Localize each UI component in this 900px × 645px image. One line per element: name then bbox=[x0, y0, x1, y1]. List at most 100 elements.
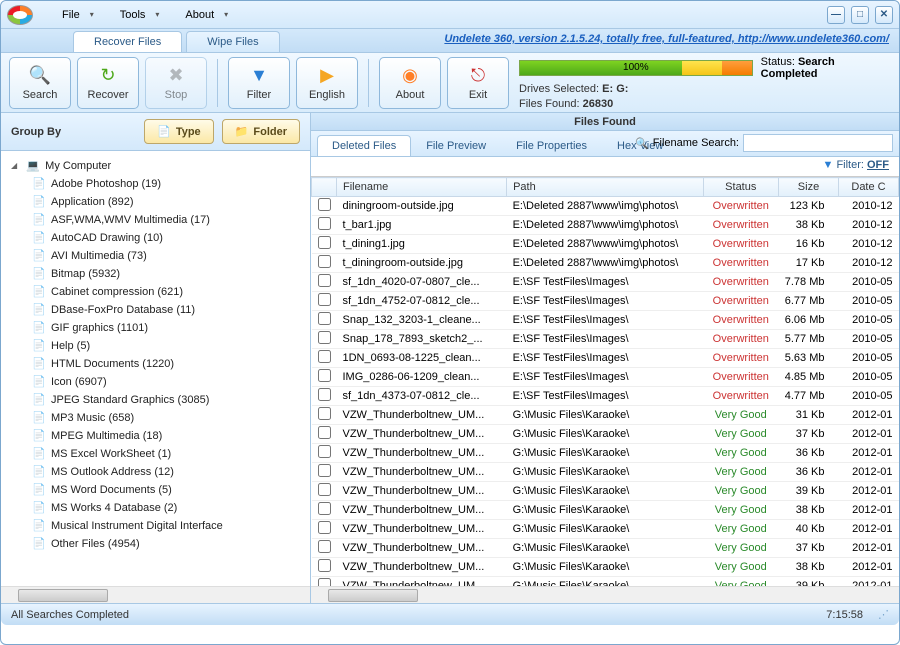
row-checkbox[interactable] bbox=[318, 331, 331, 344]
tree-item[interactable]: 📄Application (892) bbox=[5, 193, 306, 211]
tree-item[interactable]: 📄Icon (6907) bbox=[5, 373, 306, 391]
row-checkbox[interactable] bbox=[318, 350, 331, 363]
category-tree[interactable]: 💻My Computer 📄Adobe Photoshop (19)📄Appli… bbox=[1, 151, 310, 586]
filter-button[interactable]: ▼Filter bbox=[228, 57, 290, 109]
tree-item[interactable]: 📄DBase-FoxPro Database (11) bbox=[5, 301, 306, 319]
table-row[interactable]: VZW_Thunderboltnew_UM...G:\Music Files\K… bbox=[312, 406, 899, 425]
tree-h-scrollbar[interactable] bbox=[1, 586, 310, 603]
tree-item[interactable]: 📄Musical Instrument Digital Interface bbox=[5, 517, 306, 535]
tree-item[interactable]: 📄AutoCAD Drawing (10) bbox=[5, 229, 306, 247]
table-row[interactable]: Snap_178_7893_sketch2_...E:\SF TestFiles… bbox=[312, 330, 899, 349]
row-checkbox[interactable] bbox=[318, 274, 331, 287]
table-row[interactable]: 1DN_0693-08-1225_clean...E:\SF TestFiles… bbox=[312, 349, 899, 368]
subtab-deleted-files[interactable]: Deleted Files bbox=[317, 135, 411, 156]
table-row[interactable]: VZW_Thunderboltnew_UM...G:\Music Files\K… bbox=[312, 444, 899, 463]
row-checkbox[interactable] bbox=[318, 198, 331, 211]
stop-button[interactable]: ✖Stop bbox=[145, 57, 207, 109]
table-row[interactable]: sf_1dn_4373-07-0812_cle...E:\SF TestFile… bbox=[312, 387, 899, 406]
row-checkbox[interactable] bbox=[318, 255, 331, 268]
row-checkbox[interactable] bbox=[318, 540, 331, 553]
table-row[interactable]: VZW_Thunderboltnew_UM...G:\Music Files\K… bbox=[312, 482, 899, 501]
version-link[interactable]: Undelete 360, version 2.1.5.24, totally … bbox=[444, 33, 889, 45]
row-checkbox[interactable] bbox=[318, 464, 331, 477]
row-checkbox[interactable] bbox=[318, 426, 331, 439]
table-row[interactable]: VZW_Thunderboltnew_UM...G:\Music Files\K… bbox=[312, 577, 899, 587]
table-row[interactable]: VZW_Thunderboltnew_UM...G:\Music Files\K… bbox=[312, 463, 899, 482]
subtab-file-preview[interactable]: File Preview bbox=[411, 135, 501, 156]
group-by-folder-button[interactable]: 📁Folder bbox=[222, 119, 300, 144]
row-checkbox[interactable] bbox=[318, 578, 331, 586]
col-date[interactable]: Date C bbox=[839, 178, 899, 197]
menu-tools[interactable]: Tools bbox=[105, 4, 171, 26]
tree-item[interactable]: 📄GIF graphics (1101) bbox=[5, 319, 306, 337]
tree-item[interactable]: 📄MS Works 4 Database (2) bbox=[5, 499, 306, 517]
col-path[interactable]: Path bbox=[507, 178, 703, 197]
tree-item[interactable]: 📄AVI Multimedia (73) bbox=[5, 247, 306, 265]
table-h-scrollbar[interactable] bbox=[311, 586, 899, 603]
about-button[interactable]: ◉About bbox=[379, 57, 441, 109]
col-filename[interactable]: Filename bbox=[337, 178, 507, 197]
search-button[interactable]: 🔍Search bbox=[9, 57, 71, 109]
row-checkbox[interactable] bbox=[318, 388, 331, 401]
table-row[interactable]: VZW_Thunderboltnew_UM...G:\Music Files\K… bbox=[312, 558, 899, 577]
col-status[interactable]: Status bbox=[703, 178, 778, 197]
tree-item[interactable]: 📄Adobe Photoshop (19) bbox=[5, 175, 306, 193]
tree-item[interactable]: 📄Help (5) bbox=[5, 337, 306, 355]
table-row[interactable]: VZW_Thunderboltnew_UM...G:\Music Files\K… bbox=[312, 501, 899, 520]
tree-item[interactable]: 📄MS Word Documents (5) bbox=[5, 481, 306, 499]
tree-item[interactable]: 📄Other Files (4954) bbox=[5, 535, 306, 553]
row-checkbox[interactable] bbox=[318, 559, 331, 572]
table-row[interactable]: VZW_Thunderboltnew_UM...G:\Music Files\K… bbox=[312, 539, 899, 558]
tree-item[interactable]: 📄JPEG Standard Graphics (3085) bbox=[5, 391, 306, 409]
table-row[interactable]: IMG_0286-06-1209_clean...E:\SF TestFiles… bbox=[312, 368, 899, 387]
col-size[interactable]: Size bbox=[779, 178, 839, 197]
tree-item[interactable]: 📄HTML Documents (1220) bbox=[5, 355, 306, 373]
row-checkbox[interactable] bbox=[318, 217, 331, 230]
file-table[interactable]: Filename Path Status Size Date C diningr… bbox=[311, 177, 899, 586]
table-row[interactable]: VZW_Thunderboltnew_UM...G:\Music Files\K… bbox=[312, 520, 899, 539]
table-row[interactable]: sf_1dn_4020-07-0807_cle...E:\SF TestFile… bbox=[312, 273, 899, 292]
english-button[interactable]: ▶English bbox=[296, 57, 358, 109]
table-row[interactable]: VZW_Thunderboltnew_UM...G:\Music Files\K… bbox=[312, 425, 899, 444]
tree-item[interactable]: 📄ASF,WMA,WMV Multimedia (17) bbox=[5, 211, 306, 229]
table-row[interactable]: t_dining1.jpgE:\Deleted 2887\www\img\pho… bbox=[312, 235, 899, 254]
group-by-type-button[interactable]: 📄Type bbox=[144, 119, 214, 144]
menu-file[interactable]: File bbox=[47, 4, 105, 26]
tree-item[interactable]: 📄Cabinet compression (621) bbox=[5, 283, 306, 301]
filter-indicator[interactable]: ▼ Filter: OFF bbox=[311, 157, 899, 177]
row-checkbox[interactable] bbox=[318, 236, 331, 249]
table-row[interactable]: diningroom-outside.jpgE:\Deleted 2887\ww… bbox=[312, 197, 899, 216]
app-logo-icon bbox=[7, 5, 33, 25]
row-checkbox[interactable] bbox=[318, 407, 331, 420]
row-checkbox[interactable] bbox=[318, 521, 331, 534]
close-button[interactable]: ✕ bbox=[875, 6, 893, 24]
row-checkbox[interactable] bbox=[318, 369, 331, 382]
resize-grip-icon[interactable]: ⋰ bbox=[878, 608, 889, 621]
stop-icon: ✖ bbox=[165, 65, 187, 87]
menu-about[interactable]: About bbox=[170, 4, 239, 26]
tree-item[interactable]: 📄MP3 Music (658) bbox=[5, 409, 306, 427]
exit-button[interactable]: ⎋Exit bbox=[447, 57, 509, 109]
tab-wipe-files[interactable]: Wipe Files bbox=[186, 31, 279, 52]
table-row[interactable]: t_bar1.jpgE:\Deleted 2887\www\img\photos… bbox=[312, 216, 899, 235]
subtab-file-properties[interactable]: File Properties bbox=[501, 135, 602, 156]
col-checkbox[interactable] bbox=[312, 178, 337, 197]
table-row[interactable]: Snap_132_3203-1_cleane...E:\SF TestFiles… bbox=[312, 311, 899, 330]
tree-item[interactable]: 📄Bitmap (5932) bbox=[5, 265, 306, 283]
tree-item[interactable]: 📄MPEG Multimedia (18) bbox=[5, 427, 306, 445]
row-checkbox[interactable] bbox=[318, 293, 331, 306]
minimize-button[interactable]: — bbox=[827, 6, 845, 24]
row-checkbox[interactable] bbox=[318, 483, 331, 496]
filename-search-input[interactable] bbox=[743, 134, 893, 152]
tree-item[interactable]: 📄MS Outlook Address (12) bbox=[5, 463, 306, 481]
table-row[interactable]: t_diningroom-outside.jpgE:\Deleted 2887\… bbox=[312, 254, 899, 273]
row-checkbox[interactable] bbox=[318, 502, 331, 515]
recover-button[interactable]: ↻Recover bbox=[77, 57, 139, 109]
tab-recover-files[interactable]: Recover Files bbox=[73, 31, 182, 52]
maximize-button[interactable]: □ bbox=[851, 6, 869, 24]
table-row[interactable]: sf_1dn_4752-07-0812_cle...E:\SF TestFile… bbox=[312, 292, 899, 311]
tree-root[interactable]: 💻My Computer bbox=[5, 157, 306, 175]
row-checkbox[interactable] bbox=[318, 445, 331, 458]
row-checkbox[interactable] bbox=[318, 312, 331, 325]
tree-item[interactable]: 📄MS Excel WorkSheet (1) bbox=[5, 445, 306, 463]
